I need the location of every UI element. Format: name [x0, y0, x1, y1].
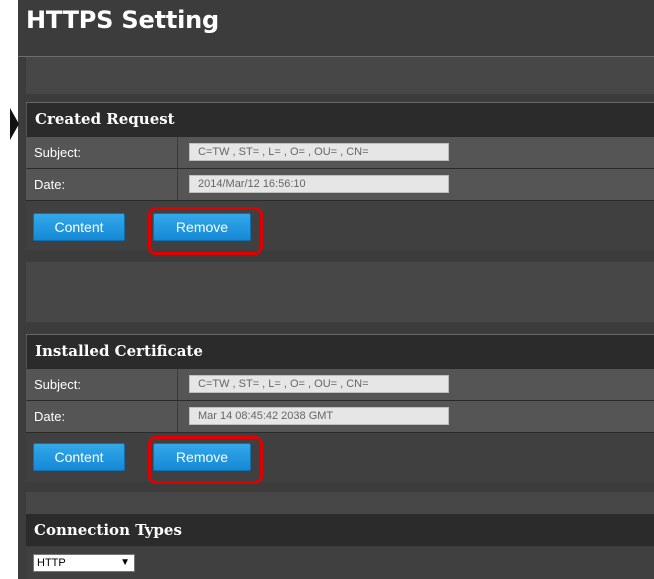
remove-highlight-box — [148, 436, 263, 484]
created-request-section: Created Request Subject: C=TW , ST= , L=… — [26, 102, 654, 250]
created-request-heading: Created Request — [26, 103, 654, 136]
remove-highlight-box — [148, 207, 263, 255]
created-request-subject-row: Subject: C=TW , ST= , L= , O= , OU= , CN… — [26, 136, 654, 168]
created-request-date-field[interactable]: 2014/Mar/12 16:56:10 — [189, 175, 449, 193]
created-request-date-row: Date: 2014/Mar/12 16:56:10 — [26, 168, 654, 200]
created-request-subject-field[interactable]: C=TW , ST= , L= , O= , OU= , CN= — [189, 143, 449, 161]
connection-type-value: HTTP — [37, 557, 66, 569]
spacer-band — [26, 262, 654, 322]
row-divider — [177, 137, 178, 168]
installed-certificate-heading: Installed Certificate — [26, 335, 654, 368]
page-title: HTTPS Setting — [26, 6, 220, 34]
installed-certificate-subject-row: Subject: C=TW , ST= , L= , O= , OU= , CN… — [26, 368, 654, 400]
chevron-down-icon: ▼ — [120, 557, 130, 568]
row-divider — [177, 369, 178, 400]
subject-label: Subject: — [34, 145, 81, 160]
connection-types-row: HTTP ▼ — [26, 547, 654, 579]
created-request-content-button[interactable]: Content — [33, 213, 125, 241]
installed-certificate-date-row: Date: Mar 14 08:45:42 2038 GMT — [26, 400, 654, 432]
https-setting-panel: HTTPS Setting Created Request Subject: C… — [18, 0, 654, 579]
installed-certificate-content-button[interactable]: Content — [33, 443, 125, 471]
installed-certificate-subject-field[interactable]: C=TW , ST= , L= , O= , OU= , CN= — [189, 375, 449, 393]
arrow-marker-icon — [10, 108, 19, 140]
date-label: Date: — [34, 409, 66, 424]
connection-types-heading: Connection Types — [26, 514, 654, 546]
date-label: Date: — [34, 177, 66, 192]
connection-type-select[interactable]: HTTP ▼ — [33, 554, 135, 572]
installed-certificate-actions: Content Remove — [26, 432, 654, 482]
spacer-band — [26, 57, 654, 94]
row-divider — [177, 169, 178, 200]
row-divider — [177, 401, 178, 432]
installed-certificate-date-field[interactable]: Mar 14 08:45:42 2038 GMT — [189, 407, 449, 425]
subject-label: Subject: — [34, 377, 81, 392]
spacer-band — [26, 492, 654, 514]
created-request-actions: Content Remove — [26, 200, 654, 250]
installed-certificate-section: Installed Certificate Subject: C=TW , ST… — [26, 334, 654, 482]
